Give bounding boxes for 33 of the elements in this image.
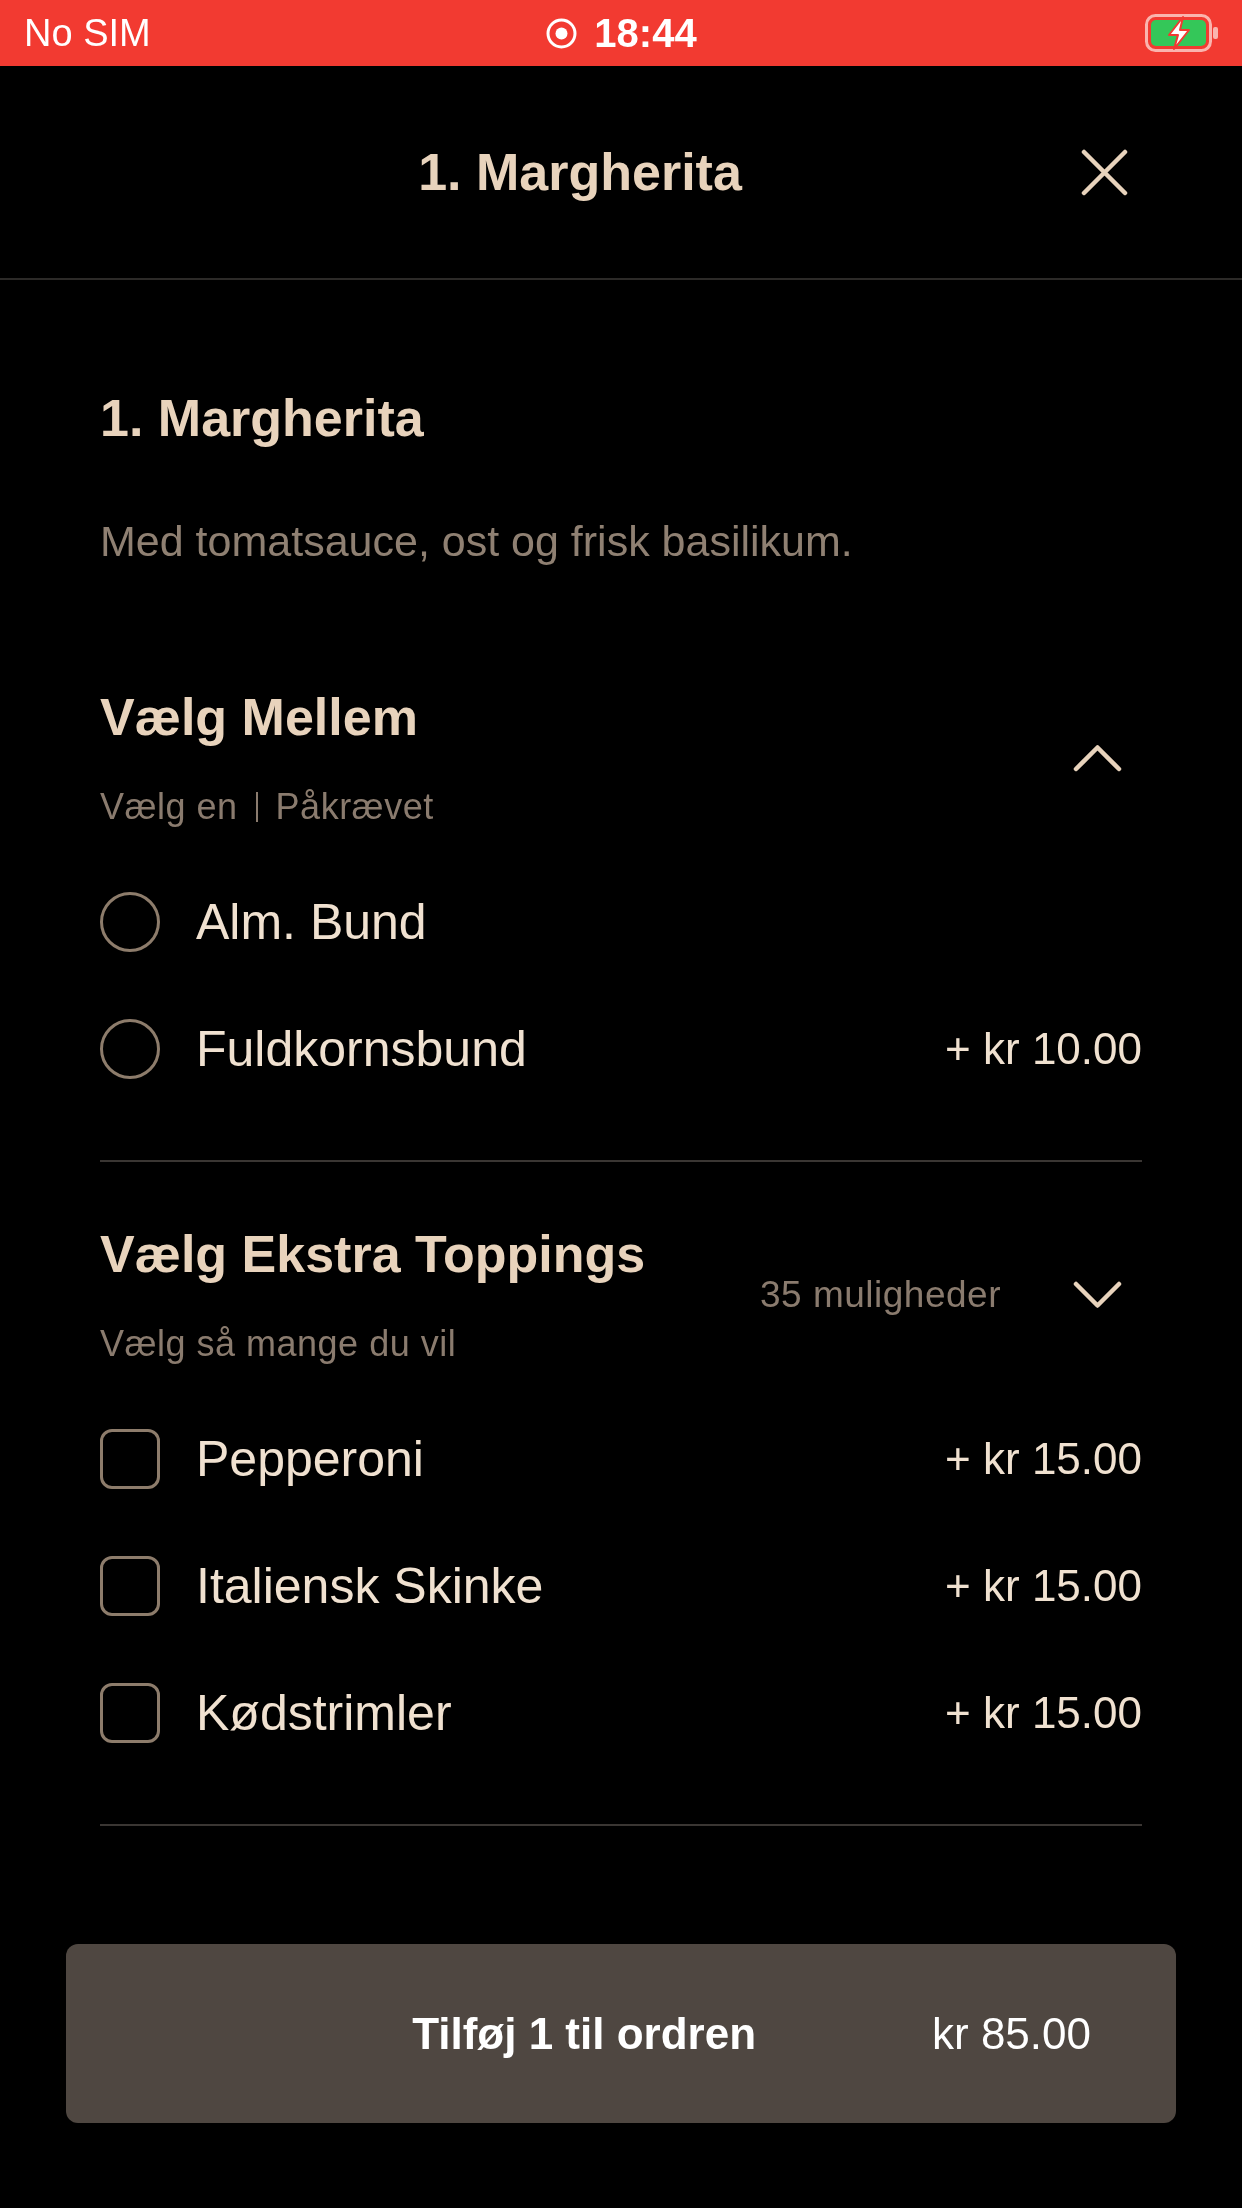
checkbox[interactable] — [100, 1682, 160, 1743]
option-label: Italiensk Skinke — [196, 1556, 544, 1615]
carrier-label: No SIM — [24, 11, 151, 55]
option-label: Fuldkornsbund — [196, 1019, 527, 1078]
radio-button[interactable] — [100, 1018, 160, 1079]
checkbox[interactable] — [100, 1428, 160, 1489]
sheet-title: 1. Margherita — [418, 142, 742, 202]
product-description: Med tomatsauce, ost og frisk basilikum. — [100, 519, 854, 563]
option-label: Alm. Bund — [196, 892, 427, 951]
option-price: + kr 15.00 — [945, 1687, 1142, 1738]
close-button[interactable] — [1081, 148, 1128, 196]
recording-icon — [546, 17, 578, 49]
battery-charging-icon — [1145, 14, 1219, 52]
group-hint: Påkrævet — [275, 787, 434, 827]
group-hint: Vælg så mange du vil — [100, 1324, 457, 1364]
option-price: + kr 15.00 — [945, 1560, 1142, 1611]
order-total: kr 85.00 — [932, 2008, 1091, 2059]
option-price: + kr 15.00 — [945, 1433, 1142, 1484]
product-title: 1. Margherita — [100, 390, 425, 446]
group-title: Vælg Mellem — [100, 689, 419, 745]
options-count: 35 muligheder — [760, 1274, 1001, 1316]
option-label: Kødstrimler — [196, 1683, 452, 1742]
radio-button[interactable] — [100, 891, 160, 952]
group-hint: Vælg en — [100, 787, 238, 827]
chevron-down-icon[interactable] — [1073, 1281, 1122, 1309]
group-title: Vælg Ekstra Toppings — [100, 1226, 647, 1282]
option-price: + kr 10.00 — [945, 1023, 1142, 1074]
option-label: Pepperoni — [196, 1429, 424, 1488]
checkbox[interactable] — [100, 1555, 160, 1616]
add-to-order-button[interactable]: Tilføj 1 til ordren kr 85.00 — [66, 1944, 1176, 2123]
chevron-up-icon[interactable] — [1073, 744, 1122, 772]
close-icon — [1081, 148, 1128, 196]
clock-time: 18:44 — [594, 10, 697, 56]
